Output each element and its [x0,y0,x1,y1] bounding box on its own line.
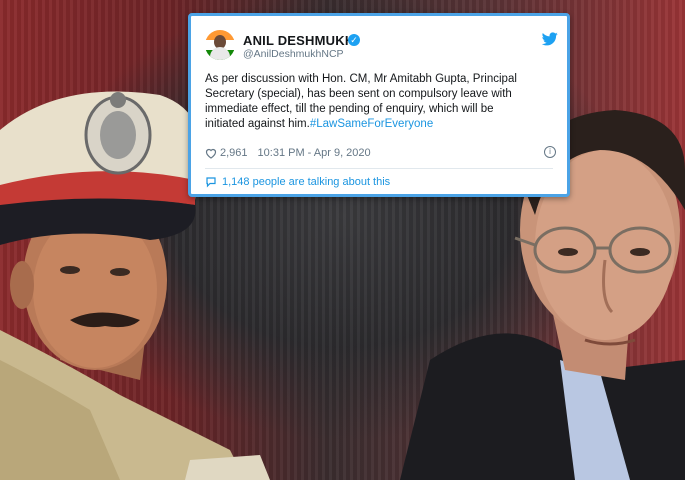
divider [205,168,553,169]
tweet-card[interactable]: ANIL DESHMUKH ✓ @AnilDeshmukhNCP As per … [188,13,570,197]
tweet-author-name[interactable]: ANIL DESHMUKH [243,33,354,48]
avatar-body [210,47,230,60]
talking-count-text: 1,148 people are talking about this [222,176,391,188]
tweet-text-line-4: initiated against him. [205,118,310,130]
tweet-timestamp[interactable]: 10:31 PM - Apr 9, 2020 [258,147,371,159]
twitter-bird-icon[interactable] [542,32,558,46]
tweet-meta: 2,961 10:31 PM - Apr 9, 2020 [205,147,371,159]
tweet-author-handle[interactable]: @AnilDeshmukhNCP [243,48,344,60]
tweet-text: As per discussion with Hon. CM, Mr Amita… [205,72,555,132]
comment-bubble-icon [206,177,216,188]
tweet-text-line-1: As per discussion with Hon. CM, Mr Amita… [205,73,517,85]
hashtag-link[interactable]: #LawSameForEveryone [310,118,433,130]
tweet-text-line-2: Secretary (special), has been sent on co… [205,88,512,100]
heart-icon[interactable] [205,148,217,159]
info-icon[interactable]: i [544,146,556,158]
avatar[interactable] [205,30,235,60]
tweet-text-line-3: immediate effect, till the pending of en… [205,103,494,115]
like-count[interactable]: 2,961 [220,147,248,159]
conversation-link[interactable]: 1,148 people are talking about this [205,176,390,188]
verified-badge-icon: ✓ [348,34,360,46]
